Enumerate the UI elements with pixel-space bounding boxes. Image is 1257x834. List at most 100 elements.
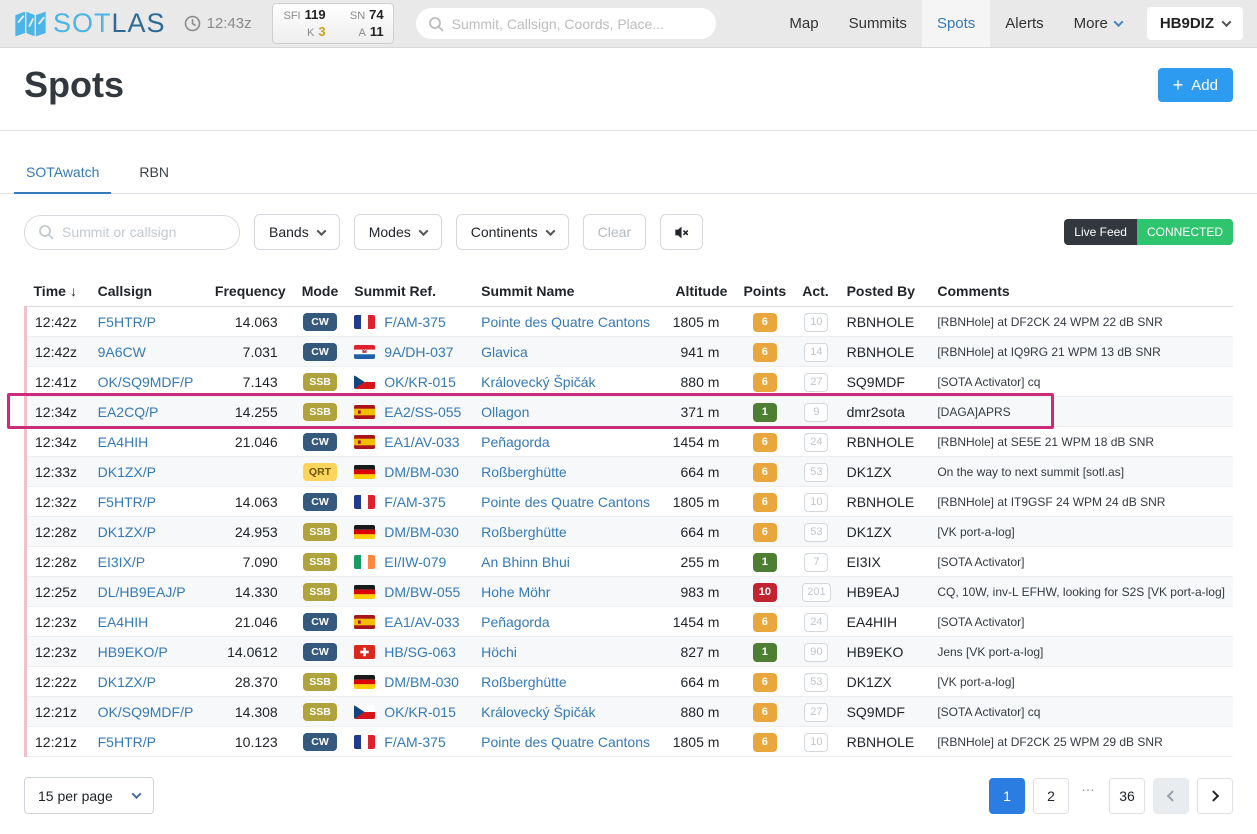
pagination-ellipsis: …: [1077, 778, 1101, 814]
summit-ref-link[interactable]: DM/BM-030: [384, 674, 459, 690]
table-row[interactable]: 12:32z F5HTR/P 14.063 CW F/AM-375 Pointe…: [26, 487, 1234, 517]
callsign-link[interactable]: HB9EKO/P: [98, 644, 168, 660]
summit-name-link[interactable]: Pointe des Quatre Cantons: [481, 494, 650, 510]
summit-ref-link[interactable]: EA2/SS-055: [384, 404, 461, 420]
summit-ref-link[interactable]: OK/KR-015: [384, 374, 456, 390]
continents-dropdown[interactable]: Continents: [456, 214, 569, 250]
user-menu-button[interactable]: HB9DIZ: [1147, 7, 1243, 40]
summit-ref-link[interactable]: DM/BW-055: [384, 584, 460, 600]
summit-name-link[interactable]: An Bhinn Bhui: [481, 554, 570, 570]
table-row[interactable]: 12:25z DL/HB9EAJ/P 14.330 SSB DM/BW-055 …: [26, 577, 1234, 607]
summit-ref-link[interactable]: F/AM-375: [384, 314, 445, 330]
modes-dropdown[interactable]: Modes: [354, 214, 442, 250]
spot-frequency: 14.063: [207, 487, 294, 517]
previous-page-button[interactable]: [1153, 778, 1189, 814]
points-badge: 6: [753, 493, 777, 512]
summit-ref-link[interactable]: HB/SG-063: [384, 644, 456, 660]
callsign-link[interactable]: OK/SQ9MDF/P: [98, 704, 194, 720]
flag-fr-icon: [354, 315, 375, 329]
table-row[interactable]: 12:23z EA4HIH 21.046 CW EA1/AV-033 Peñag…: [26, 607, 1234, 637]
table-row[interactable]: 12:21z OK/SQ9MDF/P 14.308 SSB OK/KR-015 …: [26, 697, 1234, 727]
summit-ref-link[interactable]: EI/IW-079: [384, 554, 446, 570]
callsign-link[interactable]: OK/SQ9MDF/P: [98, 374, 194, 390]
spot-comments: [SOTA Activator]: [929, 547, 1233, 577]
summit-ref-link[interactable]: F/AM-375: [384, 494, 445, 510]
tab-rbn[interactable]: RBN: [137, 164, 171, 193]
sotlas-logo[interactable]: SOTLAS: [14, 0, 166, 47]
chevron-down-icon: [316, 226, 326, 236]
summit-name-link[interactable]: Roßberghütte: [481, 674, 567, 690]
summit-ref-link[interactable]: DM/BM-030: [384, 524, 459, 540]
table-row[interactable]: 12:28z EI3IX/P 7.090 SSB EI/IW-079 An Bh…: [26, 547, 1234, 577]
sfi-value: 119: [305, 7, 326, 24]
callsign-link[interactable]: DL/HB9EAJ/P: [98, 584, 186, 600]
nav-item-more[interactable]: More: [1059, 0, 1137, 47]
table-row[interactable]: 12:34z EA2CQ/P 14.255 SSB EA2/SS-055 Oll…: [26, 397, 1234, 427]
mute-toggle-button[interactable]: [660, 214, 703, 250]
spot-filter-input[interactable]: [62, 224, 226, 240]
callsign-link[interactable]: EA4HIH: [98, 614, 149, 630]
summit-name-link[interactable]: Královecký Špičák: [481, 704, 595, 720]
table-row[interactable]: 12:33z DK1ZX/P QRT DM/BM-030 Roßberghütt…: [26, 457, 1234, 487]
page-button-1[interactable]: 1: [989, 778, 1025, 814]
nav-item-spots[interactable]: Spots: [922, 0, 990, 47]
callsign-link[interactable]: F5HTR/P: [98, 494, 156, 510]
callsign-link[interactable]: F5HTR/P: [98, 734, 156, 750]
bands-dropdown[interactable]: Bands: [254, 214, 340, 250]
summit-name-link[interactable]: Pointe des Quatre Cantons: [481, 734, 650, 750]
spot-altitude: 880 m: [664, 697, 735, 727]
page-button-2[interactable]: 2: [1033, 778, 1069, 814]
summit-name-link[interactable]: Glavica: [481, 344, 528, 360]
summit-ref-link[interactable]: OK/KR-015: [384, 704, 456, 720]
callsign-link[interactable]: DK1ZX/P: [98, 524, 156, 540]
summit-ref-link[interactable]: F/AM-375: [384, 734, 445, 750]
summit-ref-link[interactable]: 9A/DH-037: [384, 344, 453, 360]
global-search-input[interactable]: [452, 16, 704, 32]
callsign-link[interactable]: DK1ZX/P: [98, 464, 156, 480]
summit-name-link[interactable]: Hohe Möhr: [481, 584, 550, 600]
next-page-button[interactable]: [1197, 778, 1233, 814]
live-feed-status: Live Feed CONNECTED: [1064, 219, 1233, 245]
nav-item-alerts[interactable]: Alerts: [990, 0, 1058, 47]
summit-name-link[interactable]: Peñagorda: [481, 614, 550, 630]
solar-data-widget[interactable]: SFI119 SN74 K3 A11: [272, 3, 394, 45]
summit-name-link[interactable]: Roßberghütte: [481, 464, 567, 480]
summit-ref-link[interactable]: DM/BM-030: [384, 464, 459, 480]
global-search[interactable]: [416, 8, 716, 39]
logo-text: SOTLAS: [53, 10, 166, 37]
summit-name-link[interactable]: Höchi: [481, 644, 517, 660]
tab-sotawatch[interactable]: SOTAwatch: [24, 164, 101, 193]
table-row[interactable]: 12:28z DK1ZX/P 24.953 SSB DM/BM-030 Roßb…: [26, 517, 1234, 547]
column-header-time[interactable]: Time↓: [26, 276, 90, 307]
table-row[interactable]: 12:42z F5HTR/P 14.063 CW F/AM-375 Pointe…: [26, 307, 1234, 337]
summit-name-link[interactable]: Roßberghütte: [481, 524, 567, 540]
table-row[interactable]: 12:34z EA4HIH 21.046 CW EA1/AV-033 Peñag…: [26, 427, 1234, 457]
search-icon: [428, 16, 444, 32]
summit-ref-link[interactable]: EA1/AV-033: [384, 434, 459, 450]
summit-ref-link[interactable]: EA1/AV-033: [384, 614, 459, 630]
table-row[interactable]: 12:41z OK/SQ9MDF/P 7.143 SSB OK/KR-015 K…: [26, 367, 1234, 397]
summit-name-link[interactable]: Královecký Špičák: [481, 374, 595, 390]
table-row[interactable]: 12:22z DK1ZX/P 28.370 SSB DM/BM-030 Roßb…: [26, 667, 1234, 697]
callsign-link[interactable]: F5HTR/P: [98, 314, 156, 330]
page-button-36[interactable]: 36: [1109, 778, 1145, 814]
callsign-link[interactable]: EI3IX/P: [98, 554, 145, 570]
nav-item-summits[interactable]: Summits: [834, 0, 922, 47]
clear-filters-button[interactable]: Clear: [583, 214, 646, 250]
callsign-link[interactable]: DK1ZX/P: [98, 674, 156, 690]
add-spot-button[interactable]: + Add: [1158, 68, 1233, 102]
per-page-select[interactable]: 15 per page: [24, 777, 154, 814]
flag-fr-icon: [354, 735, 375, 749]
nav-item-map[interactable]: Map: [774, 0, 833, 47]
summit-name-link[interactable]: Pointe des Quatre Cantons: [481, 314, 650, 330]
spot-filter-search[interactable]: [24, 215, 240, 250]
callsign-link[interactable]: EA2CQ/P: [98, 404, 159, 420]
page-buttons: 12…36: [989, 778, 1145, 814]
summit-name-link[interactable]: Peñagorda: [481, 434, 550, 450]
table-row[interactable]: 12:21z F5HTR/P 10.123 CW F/AM-375 Pointe…: [26, 727, 1234, 757]
callsign-link[interactable]: EA4HIH: [98, 434, 149, 450]
table-row[interactable]: 12:42z 9A6CW 7.031 CW 9A/DH-037 Glavica …: [26, 337, 1234, 367]
summit-name-link[interactable]: Ollagon: [481, 404, 529, 420]
callsign-link[interactable]: 9A6CW: [98, 344, 146, 360]
table-row[interactable]: 12:23z HB9EKO/P 14.0612 CW HB/SG-063 Höc…: [26, 637, 1234, 667]
